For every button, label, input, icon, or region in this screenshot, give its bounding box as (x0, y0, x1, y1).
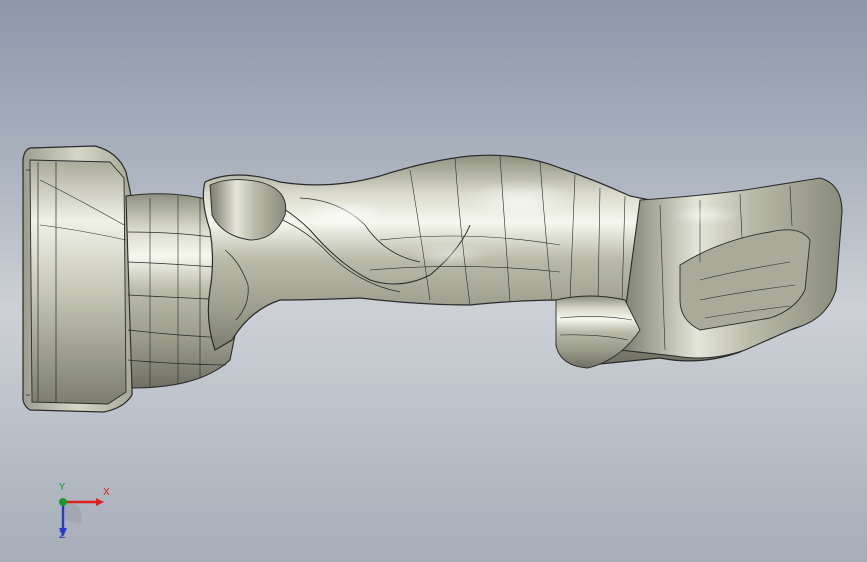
z-axis-label: Z (59, 530, 66, 541)
3d-model[interactable] (0, 0, 867, 562)
axis-triad: X Y Z (48, 482, 118, 542)
y-axis-label: Y (59, 482, 66, 493)
x-axis-label: X (103, 487, 110, 498)
model-base[interactable] (22, 145, 133, 413)
graphics-viewport[interactable]: X Y Z (0, 0, 867, 562)
